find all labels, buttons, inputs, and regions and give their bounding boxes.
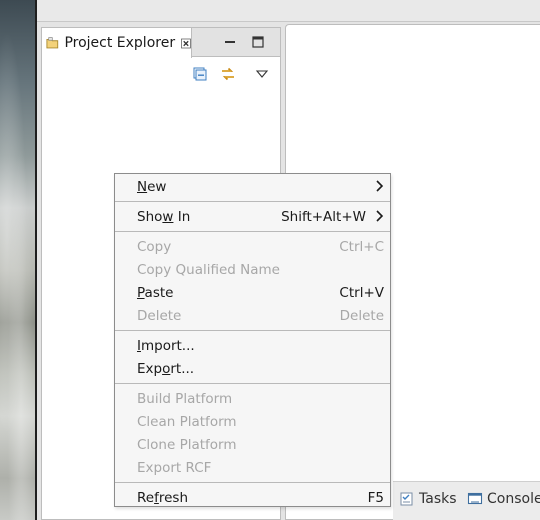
tab-tasks[interactable]: Tasks [399, 491, 457, 507]
submenu-arrow-icon [376, 210, 384, 222]
menu-item-export[interactable]: Export... [115, 357, 390, 380]
menu-item-label: Clone Platform [137, 436, 237, 453]
tab-tasks-label: Tasks [419, 491, 457, 507]
menu-separator [115, 231, 390, 232]
view-tab-bar: Project Explorer [42, 28, 280, 58]
menu-item-refresh[interactable]: Refresh F5 [115, 486, 390, 509]
project-explorer-tab[interactable]: Project Explorer [42, 28, 192, 58]
close-icon[interactable] [181, 38, 191, 49]
menu-item-label: Refresh [137, 489, 189, 506]
menu-item-label: Export... [137, 360, 195, 377]
menu-item-build-platform: Build Platform [115, 387, 390, 410]
menu-item-label: Copy Qualified Name [137, 261, 280, 278]
menu-item-label: Build Platform [137, 390, 233, 407]
submenu-arrow-icon [376, 180, 384, 192]
menu-item-import[interactable]: Import... [115, 334, 390, 357]
menu-item-clone-platform: Clone Platform [115, 433, 390, 456]
menu-item-shortcut: F5 [367, 489, 384, 506]
menu-item-label: New [137, 178, 167, 195]
menu-separator [115, 482, 390, 483]
tab-console[interactable]: Console [467, 491, 540, 507]
menu-item-delete: Delete Delete [115, 304, 390, 327]
menu-item-label: Copy [137, 238, 172, 255]
tab-console-label: Console [487, 491, 540, 507]
menu-item-clean-platform: Clean Platform [115, 410, 390, 433]
menu-item-label: Show In [137, 208, 191, 225]
menu-item-export-rcf: Export RCF [115, 456, 390, 479]
menu-item-label: Export RCF [137, 459, 212, 476]
minimize-icon[interactable] [222, 34, 238, 50]
menu-item-label: Delete [137, 307, 182, 324]
context-menu: New Show In Shift+Alt+W Copy Ctrl+C Copy… [114, 173, 391, 507]
view-menu-chevron-icon[interactable] [254, 66, 270, 82]
menu-item-shortcut: Ctrl+V [339, 284, 384, 301]
menu-item-new[interactable]: New [115, 175, 390, 198]
desktop-wallpaper [0, 0, 35, 520]
maximize-icon[interactable] [250, 34, 266, 50]
collapse-all-icon[interactable] [192, 66, 208, 82]
folder-icon [46, 37, 59, 49]
tab-label: Project Explorer [64, 35, 176, 51]
menu-item-label: Import... [137, 337, 195, 354]
menu-separator [115, 201, 390, 202]
link-with-editor-icon[interactable] [220, 66, 236, 82]
console-icon [467, 492, 483, 505]
menu-item-copy: Copy Ctrl+C [115, 235, 390, 258]
tasks-icon [400, 492, 413, 506]
bottom-panel-tabs: Tasks Console [393, 481, 540, 520]
menu-item-copy-qualified-name: Copy Qualified Name [115, 258, 390, 281]
menu-item-shortcut: Delete [339, 307, 384, 324]
menu-item-label: Paste [137, 284, 174, 301]
menu-separator [115, 330, 390, 331]
menu-item-shortcut: Shift+Alt+W [281, 208, 366, 225]
menu-item-paste[interactable]: Paste Ctrl+V [115, 281, 390, 304]
menu-separator [115, 383, 390, 384]
menu-item-show-in[interactable]: Show In Shift+Alt+W [115, 205, 390, 228]
menu-item-label: Clean Platform [137, 413, 237, 430]
main-toolbar-strip [37, 0, 540, 22]
menu-item-shortcut: Ctrl+C [339, 238, 384, 255]
